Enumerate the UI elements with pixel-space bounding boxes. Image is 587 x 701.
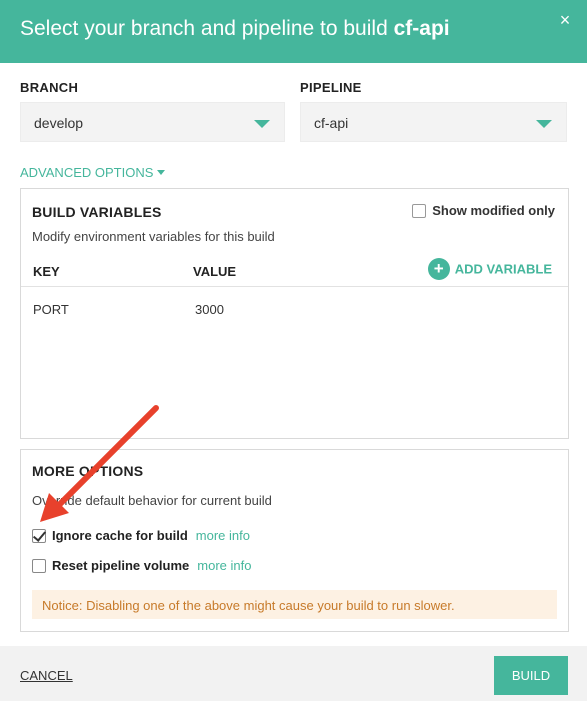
dialog-header: Select your branch and pipeline to build… — [0, 0, 587, 63]
advanced-options-toggle[interactable]: ADVANCED OPTIONS — [20, 165, 166, 180]
chevron-down-icon — [536, 120, 552, 128]
variable-key-cell[interactable]: PORT — [33, 302, 69, 317]
branch-select-value: develop — [34, 115, 84, 131]
reset-volume-checkbox[interactable] — [32, 558, 46, 573]
notice-banner: Notice: Disabling one of the above might… — [32, 590, 557, 619]
branch-select[interactable]: develop — [20, 102, 285, 142]
add-variable-button[interactable]: + ADD VARIABLE — [427, 258, 552, 281]
dialog-title-repo: cf-api — [393, 17, 450, 40]
more-options-subtitle: Override default behavior for current bu… — [32, 493, 272, 508]
add-variable-label: ADD VARIABLE — [454, 261, 552, 277]
variables-table-header: KEY VALUE + ADD VARIABLE — [21, 250, 568, 287]
build-variables-title: BUILD VARIABLES — [32, 204, 162, 220]
build-variables-subtitle: Modify environment variables for this bu… — [32, 229, 275, 244]
ignore-cache-option[interactable]: Ignore cache for build more info — [32, 528, 250, 544]
chevron-down-icon — [254, 120, 270, 128]
reset-volume-label: Reset pipeline volume — [52, 558, 190, 573]
show-modified-only-toggle[interactable]: Show modified only — [412, 203, 555, 219]
caret-down-icon — [157, 170, 166, 176]
dialog-title: Select your branch and pipeline to build… — [20, 17, 450, 41]
pipeline-select[interactable]: cf-api — [300, 102, 567, 142]
build-button[interactable]: BUILD — [494, 656, 568, 695]
column-header-key: KEY — [33, 264, 60, 279]
more-options-panel: MORE OPTIONS Override default behavior f… — [20, 449, 569, 632]
cancel-button[interactable]: CANCEL — [20, 668, 73, 683]
show-modified-checkbox[interactable] — [412, 203, 427, 218]
pipeline-label: PIPELINE — [300, 80, 362, 95]
column-header-value: VALUE — [193, 264, 237, 279]
dialog-title-prefix: Select your branch and pipeline to build — [20, 17, 394, 40]
ignore-cache-checkbox[interactable] — [32, 528, 46, 543]
branch-label: BRANCH — [20, 80, 79, 95]
reset-volume-more-info-link[interactable]: more info — [197, 558, 251, 573]
plus-circle-icon: + — [427, 258, 450, 280]
close-icon[interactable]: × — [555, 10, 575, 30]
variable-value-cell[interactable]: 3000 — [195, 302, 224, 317]
ignore-cache-label: Ignore cache for build — [52, 528, 188, 543]
advanced-options-label: ADVANCED OPTIONS — [20, 165, 154, 180]
show-modified-label: Show modified only — [432, 203, 555, 218]
reset-volume-option[interactable]: Reset pipeline volume more info — [32, 558, 251, 574]
build-variables-panel: BUILD VARIABLES Modify environment varia… — [20, 188, 569, 439]
ignore-cache-more-info-link[interactable]: more info — [196, 528, 250, 543]
more-options-title: MORE OPTIONS — [32, 463, 144, 479]
pipeline-select-value: cf-api — [314, 115, 349, 131]
dialog-footer: CANCEL BUILD — [0, 646, 587, 701]
